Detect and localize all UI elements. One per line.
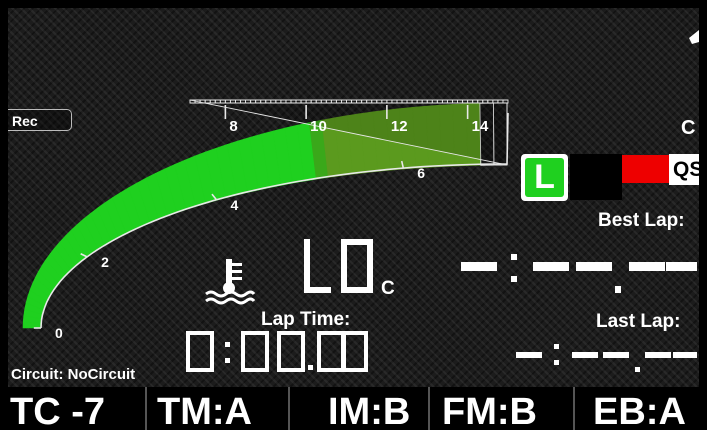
rpm-tick-label: 6 <box>417 165 425 181</box>
rpm-bar-segment-unlit <box>280 99 287 104</box>
rpm-bar-segment-unlit <box>295 99 302 104</box>
engine-brake-mode: EB:A <box>593 391 686 430</box>
mode-bar: TC -7 TM:A IM:B FM:B EB:A <box>0 387 707 430</box>
throttle-map-mode: TM:A <box>157 391 252 430</box>
rpm-bar-segment-unlit <box>330 99 337 104</box>
rpm-tick-label: 0 <box>55 325 63 341</box>
rpm-bar-segment-unlit <box>305 99 312 104</box>
rpm-bar-segment-unlit <box>224 99 231 104</box>
rpm-tick-label: 12 <box>391 118 408 135</box>
rpm-bar-segment-unlit <box>436 99 443 104</box>
rpm-bar-segment-unlit <box>320 99 327 104</box>
rpm-bar-segment-unlit <box>441 99 448 104</box>
rpm-bar-segment-unlit <box>396 99 403 104</box>
rpm-bar-segment-unlit <box>335 99 342 104</box>
rpm-bar-segment-unlit <box>300 99 307 104</box>
gear-digit-upper-segment <box>689 30 707 68</box>
rpm-bar-segment-unlit <box>229 99 236 104</box>
rpm-bar-segment-unlit <box>401 99 408 104</box>
rpm-bar-segment-unlit <box>386 99 393 104</box>
rpm-bar-segment-unlit <box>406 99 413 104</box>
rpm-bar-segment-unlit <box>502 99 509 104</box>
rpm-bar-segment-unlit <box>361 99 368 104</box>
last-lap-label: Last Lap: <box>596 311 681 332</box>
launch-flag: L <box>521 154 568 201</box>
rpm-bar-segment-unlit <box>255 99 262 104</box>
rpm-bar-segment-unlit <box>290 99 297 104</box>
dashboard-display: 0 2 4 6 8 10 12 14 Rec C L QS Best Lap: Last La… <box>0 0 707 430</box>
best-lap-label: Best Lap: <box>598 210 685 231</box>
launch-flag-label: L <box>525 158 564 197</box>
last-lap-value <box>516 344 697 372</box>
rpm-bar-segment-unlit <box>245 99 252 104</box>
coolant-temperature-unit: C <box>381 278 395 299</box>
record-tab[interactable]: Rec <box>6 109 72 131</box>
traction-control-mode: TC -7 <box>10 391 105 430</box>
rpm-bar-segment-unlit <box>204 99 211 104</box>
rpm-bar-segment-unlit <box>411 99 418 104</box>
rpm-bar-segment-unlit <box>421 99 428 104</box>
circuit-name: Circuit: NoCircuit <box>11 366 136 383</box>
rpm-bar-segment-unlit <box>472 99 479 104</box>
rpm-tick-label: 14 <box>472 118 489 135</box>
rpm-bar-segment-unlit <box>477 99 484 104</box>
rpm-bar-segment-unlit <box>467 99 474 104</box>
rpm-tick-label: 10 <box>310 118 327 135</box>
rpm-bar-segment-unlit <box>265 99 272 104</box>
rpm-bar-segment-unlit <box>366 99 373 104</box>
rpm-bar-segment-unlit <box>260 99 267 104</box>
rpm-bar-segment-unlit <box>341 99 347 104</box>
rpm-bar-segment-unlit <box>285 99 292 104</box>
rpm-bar-segment-unlit <box>235 99 241 104</box>
rpm-bar-segment-unlit <box>446 99 453 104</box>
gear-digit-lower-segment <box>699 72 707 110</box>
rpm-bar-segment-unlit <box>325 99 332 104</box>
rpm-tick-label: 4 <box>230 197 238 213</box>
rpm-bar-segment-unlit <box>275 99 282 104</box>
gear-unit-label: C <box>681 117 696 139</box>
rpm-bar-segment-unlit <box>462 99 469 104</box>
rpm-bar-segment-unlit <box>194 99 201 104</box>
rpm-bar-segment-unlit <box>492 99 499 104</box>
rpm-bar-segment-unlit <box>189 99 196 104</box>
quickshift-flag: QS <box>669 154 707 185</box>
rpm-bar-segment-unlit <box>219 99 226 104</box>
rpm-bar-segment-unlit <box>416 99 423 104</box>
best-lap-value <box>461 254 697 293</box>
rpm-bar-segment-unlit <box>457 99 464 104</box>
rpm-bar-segment-unlit <box>214 99 221 104</box>
rpm-bar-segment-unlit <box>391 99 398 104</box>
status-flag-black <box>570 154 622 200</box>
coolant-temperature-icon <box>205 259 256 305</box>
rpm-bar-segment-unlit <box>315 99 322 104</box>
rpm-bar-segment-unlit <box>250 99 257 104</box>
lap-time-label: Lap Time: <box>261 309 351 330</box>
ignition-map-mode: IM:B <box>328 391 411 430</box>
rpm-bar-segment-unlit <box>240 99 247 104</box>
rpm-bar-segment-unlit <box>487 99 494 104</box>
rpm-bar-segment-unlit <box>209 99 216 104</box>
coolant-temperature-value <box>304 239 373 293</box>
lap-time-value <box>186 331 368 372</box>
rpm-bar-segment-unlit <box>452 99 458 104</box>
rpm-bar-segment-unlit <box>346 99 352 104</box>
rpm-bar-segment-unlit <box>497 99 504 104</box>
rpm-bar-segment-unlit <box>376 99 383 104</box>
status-flag-red <box>622 155 670 183</box>
rpm-bar-segment-unlit <box>381 99 388 104</box>
fuel-map-mode: FM:B <box>442 391 537 430</box>
rpm-bar-segment-unlit <box>270 99 277 104</box>
rpm-tick-label: 8 <box>229 118 237 135</box>
rpm-bar-segment-unlit <box>482 99 489 104</box>
rpm-bar-segment-unlit <box>371 99 378 104</box>
rpm-bar-segment-unlit <box>356 99 363 104</box>
rpm-bar-segment-unlit <box>199 99 206 104</box>
gear-indicator <box>689 30 707 110</box>
rpm-bar-segment-unlit <box>426 99 433 104</box>
rpm-bar-segment-unlit <box>310 99 317 104</box>
rpm-gauge-bands <box>22 99 509 329</box>
rpm-bar-segment-unlit <box>351 99 358 104</box>
rpm-bar-segment-unlit <box>431 99 438 104</box>
rpm-tick-label: 2 <box>101 254 109 270</box>
